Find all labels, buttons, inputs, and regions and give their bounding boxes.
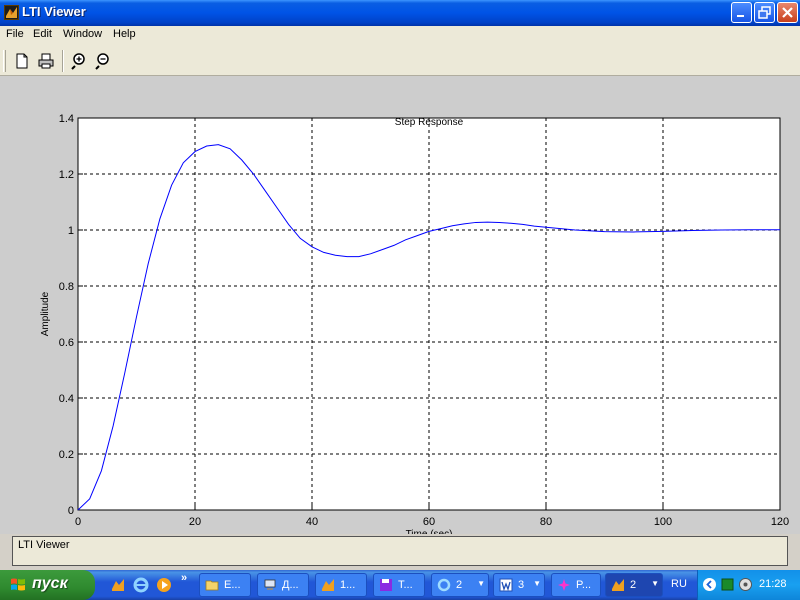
matlab-icon	[322, 579, 334, 591]
taskbar: пуск » E... Д... 1... T... 2 ▼ 3 ▼ P... …	[0, 570, 800, 600]
status-panel: LTI Viewer	[12, 536, 788, 566]
media-player-icon[interactable]	[156, 577, 172, 593]
y-tick-label: 0.8	[59, 281, 74, 293]
zoom-out-icon	[95, 53, 109, 70]
close-icon	[782, 7, 793, 18]
system-tray: 21:28	[697, 570, 800, 600]
task-group-arrow-icon: ▼	[533, 579, 541, 588]
toolbar	[0, 46, 800, 76]
x-tick-label: 60	[423, 516, 435, 528]
ie-icon	[437, 578, 451, 592]
menu-help[interactable]: Help	[113, 28, 136, 40]
zoom-in-button[interactable]	[70, 51, 90, 71]
y-tick-label: 1.2	[59, 169, 74, 181]
x-tick-label: 40	[306, 516, 318, 528]
task-group-arrow-icon: ▼	[477, 579, 485, 588]
toolbar-separator	[62, 50, 64, 72]
x-tick-label: 120	[771, 516, 789, 528]
window-title: LTI Viewer	[22, 4, 86, 19]
windows-logo-icon	[11, 578, 25, 591]
y-tick-label: 0	[68, 505, 74, 517]
y-tick-label: 1.4	[59, 113, 74, 125]
chart-title: Step Response	[395, 117, 464, 128]
task-button-matlab[interactable]: 1...	[315, 573, 367, 597]
menu-window[interactable]: Window	[63, 28, 102, 40]
folder-icon	[205, 580, 219, 591]
axes-background[interactable]	[78, 118, 780, 510]
menu-file[interactable]: File	[6, 28, 24, 40]
task-label: T...	[398, 579, 413, 591]
step-response-chart[interactable]: 0 20 40 60 80 100 120 0 0.2 0.4 0.6 0.8 1 1.2 1.4 Step …	[0, 76, 800, 534]
task-button-computer[interactable]: Д...	[257, 573, 309, 597]
word-icon	[499, 578, 513, 592]
new-document-icon	[16, 53, 28, 69]
tray-disc-icon[interactable]	[738, 577, 753, 592]
minimize-button[interactable]	[731, 2, 752, 23]
pink-app-icon	[558, 579, 570, 591]
language-indicator[interactable]: RU	[671, 578, 687, 590]
y-tick-label: 0.4	[59, 393, 74, 405]
matlab-quicklaunch-icon[interactable]	[110, 577, 126, 593]
x-tick-label: 100	[654, 516, 672, 528]
task-group-ie[interactable]: 2 ▼	[431, 573, 489, 597]
x-axis-label: Time (sec)	[406, 529, 453, 534]
y-axis-label: Amplitude	[40, 291, 51, 336]
internet-explorer-icon[interactable]	[133, 577, 149, 593]
matlab-icon	[612, 579, 624, 591]
new-document-button[interactable]	[12, 51, 32, 71]
floppy-icon	[380, 579, 392, 591]
zoom-out-button[interactable]	[94, 51, 114, 71]
tray-expand-icon[interactable]	[702, 577, 717, 592]
y-tick-label: 0.2	[59, 449, 74, 461]
task-group-arrow-icon: ▼	[651, 579, 659, 588]
x-tick-label: 0	[75, 516, 81, 528]
status-text: LTI Viewer	[18, 539, 70, 551]
task-button-pink-app[interactable]: P...	[551, 573, 601, 597]
print-icon	[38, 53, 54, 69]
task-label: 2	[630, 579, 637, 591]
tray-app-icon[interactable]	[720, 577, 735, 592]
x-tick-label: 80	[540, 516, 552, 528]
matlab-app-icon[interactable]	[4, 5, 19, 20]
x-tick-label: 20	[189, 516, 201, 528]
task-group-word[interactable]: 3 ▼	[493, 573, 545, 597]
minimize-icon	[737, 15, 744, 17]
task-button-floppy[interactable]: T...	[373, 573, 425, 597]
y-tick-label: 0.6	[59, 337, 74, 349]
close-button[interactable]	[777, 2, 798, 23]
menu-bar: File Edit Window Help	[0, 26, 800, 46]
toolbar-grip[interactable]	[3, 50, 6, 72]
task-group-matlab-active[interactable]: 2 ▼	[605, 573, 663, 597]
y-tick-label: 1	[68, 225, 74, 237]
task-label: 2	[456, 579, 463, 591]
print-button[interactable]	[36, 51, 56, 71]
task-label: 1...	[340, 579, 356, 591]
computer-icon	[264, 579, 276, 590]
task-button-explorer[interactable]: E...	[199, 573, 251, 597]
start-label: пуск	[32, 575, 68, 592]
restore-button[interactable]	[754, 2, 775, 23]
zoom-in-icon	[71, 53, 85, 70]
restore-icon	[758, 6, 771, 19]
plot-area: 0 20 40 60 80 100 120 0 0.2 0.4 0.6 0.8 1 1.2 1.4 Step …	[0, 76, 800, 534]
task-label: 3	[518, 579, 525, 591]
title-bar[interactable]: LTI Viewer	[0, 0, 800, 26]
quicklaunch-more-chevron[interactable]: »	[181, 572, 187, 584]
start-button[interactable]: пуск	[0, 570, 95, 600]
task-label: E...	[224, 579, 241, 591]
clock: 21:28	[759, 578, 787, 590]
menu-edit[interactable]: Edit	[33, 28, 52, 40]
task-label: P...	[576, 579, 592, 591]
task-label: Д...	[282, 579, 299, 591]
